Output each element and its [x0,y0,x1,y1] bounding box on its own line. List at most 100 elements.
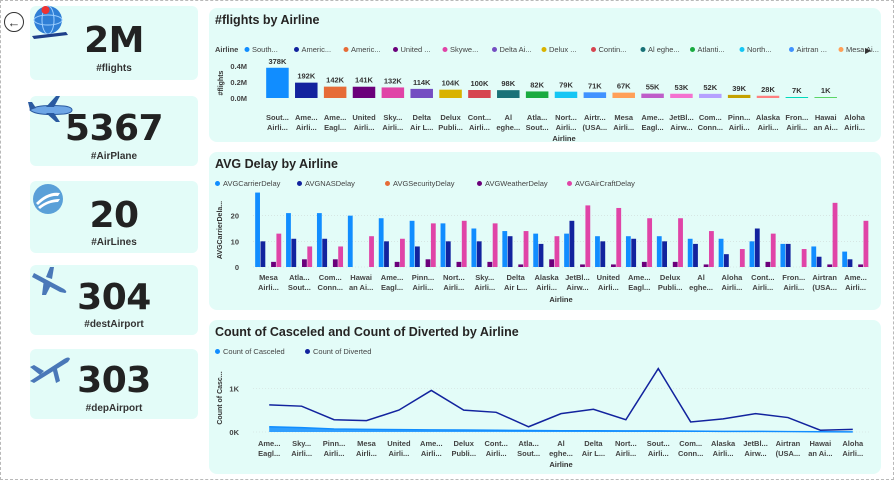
y-tick-label: 0K [229,428,239,437]
x-tick-label: Al eghe... [689,273,713,292]
x-tick-label: Cont... Airli... [751,273,774,292]
legend-marker [244,47,250,52]
legend-marker [442,47,448,52]
x-tick-label: Mesa Airli... [613,113,634,132]
bar [585,205,591,267]
x-tick-label: United Airli... [387,439,411,458]
bar [549,259,555,267]
bar [538,243,544,267]
x-tick-label: Al eghe... [549,439,573,458]
x-axis-title: Airline [549,295,572,304]
legend-marker [477,181,482,186]
x-tick-label: Cont... Airli... [484,439,507,458]
x-tick-label: Sky... Airli... [382,113,403,132]
legend-item: Contin... [599,45,627,54]
kpi-value-dest-airport: 304 [77,277,151,318]
data-label: 192K [297,72,316,81]
x-tick-label: Delux Publi... [451,439,476,458]
bar [785,243,791,267]
bar [316,213,322,267]
x-tick-label: Hawai an Ai... [808,439,832,458]
kpi-label-dep-airport: #depAirport [85,403,143,414]
legend-marker [215,349,220,354]
bar [641,93,664,98]
y-axis-title: Count of Casc... [217,371,224,424]
bar [471,228,477,267]
legend-marker [640,47,646,52]
bar [580,264,585,267]
bar [255,192,260,267]
x-tick-label: JetBl... Airw... [743,439,768,458]
x-tick-label: Ame... Eagl... [381,273,404,292]
x-tick-label: Pinn... Airli... [728,113,751,132]
x-tick-label: Hawai an Ai... [814,113,838,132]
bar [369,236,374,267]
x-tick-label: Delta Air L... [582,439,605,458]
legend-marker [294,47,299,52]
x-tick-label: Aloha Airli... [722,273,744,292]
x-tick-label: Alaska Airli... [756,113,781,132]
legend-marker [838,47,844,52]
bar [703,264,709,267]
legend-item: South... [252,45,278,54]
bar [564,233,569,267]
x-tick-label: Mesa Airli... [356,439,377,458]
bar [381,87,405,98]
kpi-label-flights: #flights [96,63,132,74]
kpi-label-airlines: #AirLines [91,237,137,248]
bar [286,213,291,267]
x-axis-title: Airline [549,460,572,469]
bar [801,249,807,267]
bar [502,231,508,267]
x-tick-label: Delta Air L... [410,113,433,132]
bar [600,241,606,267]
y-tick-label: 20 [231,212,239,221]
bar [394,261,400,267]
bar [400,238,405,267]
legend-item: Al eghe... [648,45,680,54]
bar [687,238,693,267]
legend-marker [789,47,794,52]
flights-by-airline-panel: #flights by Airline Airline South... Ameri… [209,8,881,142]
back-arrow-icon[interactable]: ← [4,12,24,32]
legend-item: Skywe... [450,45,478,54]
bar [811,246,817,267]
bar [409,220,415,267]
data-label: 1K [821,86,831,95]
legend-item: AVGWeatherDelay [485,179,548,188]
bar [647,218,653,267]
legend-title: Airline [215,45,238,54]
kpi-card-flights: 2M #flights [30,5,198,80]
legend-item: Airtran ... [797,45,827,54]
data-label: 141K [355,76,374,85]
kpi-label-airplane: #AirPlane [90,151,138,162]
bar [827,264,833,267]
legend-item: Americ... [302,45,332,54]
x-tick-label: Sky... Airli... [474,273,495,292]
kpi-card-dest-airport: 304 #destAirport [30,265,198,335]
bar [672,261,678,267]
x-tick-label: United Airli... [352,113,376,132]
bar [754,228,760,267]
data-label: 82K [530,80,544,89]
bar [709,231,714,267]
data-label: 100K [470,79,489,88]
bar [378,218,384,267]
kpi-value-airlines: 20 [89,195,139,236]
flights-by-airline-chart: Airline South... Americ... Americ... United … [215,45,879,142]
bar [414,246,420,267]
x-tick-label: Sky... Airli... [291,439,312,458]
y-tick-label: 0.0M [230,94,247,103]
bar [260,241,266,267]
bar [749,241,755,267]
x-tick-label: Com... Conn... [698,113,723,132]
legend-item: AVGCarrierDelay [223,179,281,188]
kpi-card-dep-airport: 303 #depAirport [30,349,198,419]
bar [723,254,729,267]
x-tick-label: Atla... Sout... [517,439,540,458]
bar [693,243,698,267]
y-tick-label: 0 [235,263,239,272]
y-tick-label: 10 [231,237,239,246]
x-tick-label: Cont... Airli... [468,113,491,132]
legend-marker [541,47,547,52]
